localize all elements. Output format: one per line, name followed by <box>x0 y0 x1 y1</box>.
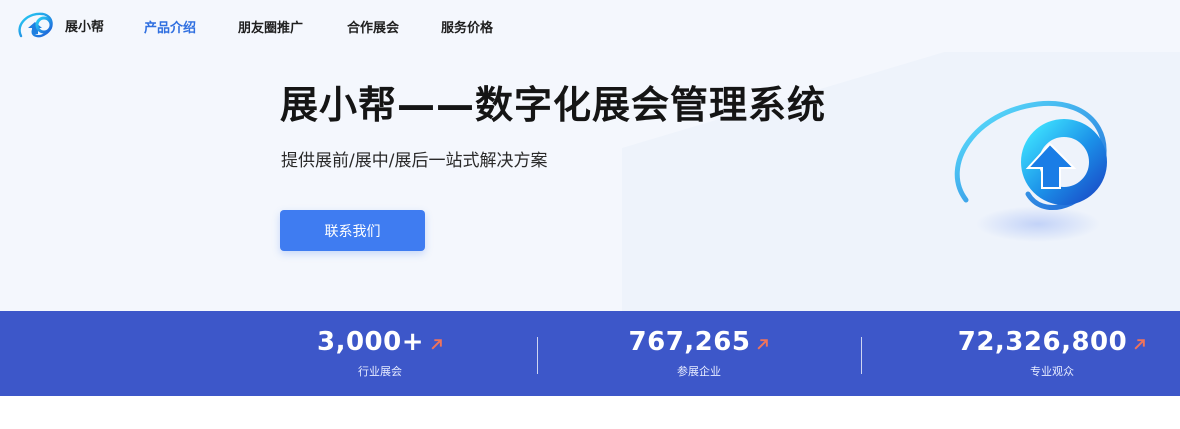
nav-item-partner-exhibitions[interactable]: 合作展会 <box>347 17 399 36</box>
arrow-up-right-icon <box>1134 338 1146 350</box>
nav-item-product-intro[interactable]: 产品介绍 <box>144 17 196 36</box>
stat-value: 72,326,800 <box>957 327 1128 357</box>
stat-label: 行业展会 <box>358 365 402 378</box>
nav-item-moments-promotion[interactable]: 朋友圈推广 <box>238 17 303 36</box>
brand-name: 展小帮 <box>65 19 105 35</box>
hero-brand-logo-icon <box>954 100 1107 242</box>
stat-value: 3,000+ <box>316 327 425 357</box>
brand-logo[interactable]: 展小帮 <box>17 10 104 40</box>
contact-us-button[interactable]: 联系我们 <box>280 210 425 251</box>
arrow-up-right-icon <box>757 338 769 350</box>
stat-label: 参展企业 <box>677 365 721 378</box>
stat-value: 767,265 <box>628 327 751 357</box>
brand-logo-icon <box>18 12 53 38</box>
top-nav: 展小帮 产品介绍 朋友圈推广 合作展会 服务价格 <box>0 0 1180 52</box>
stat-visitors: 72,326,800 专业观众 <box>932 327 1172 379</box>
arrow-up-right-icon <box>431 338 442 350</box>
hero-subtitle: 提供展前/展中/展后一站式解决方案 <box>281 151 548 171</box>
stat-label: 专业观众 <box>1030 365 1074 378</box>
stats-band: 3,000+ 行业展会 767,265 参展企业 72,326,800 专业观众 <box>0 311 1180 396</box>
stat-exhibitions: 3,000+ 行业展会 <box>260 327 500 379</box>
stat-divider <box>537 337 538 374</box>
stat-exhibitors: 767,265 参展企业 <box>579 327 819 379</box>
hero-section: 展小帮 产品介绍 朋友圈推广 合作展会 服务价格 展小帮——数字化展会管理系统 … <box>0 0 1180 311</box>
stat-divider <box>861 337 862 374</box>
nav-item-service-pricing[interactable]: 服务价格 <box>441 17 493 36</box>
hero-title: 展小帮——数字化展会管理系统 <box>280 83 827 127</box>
